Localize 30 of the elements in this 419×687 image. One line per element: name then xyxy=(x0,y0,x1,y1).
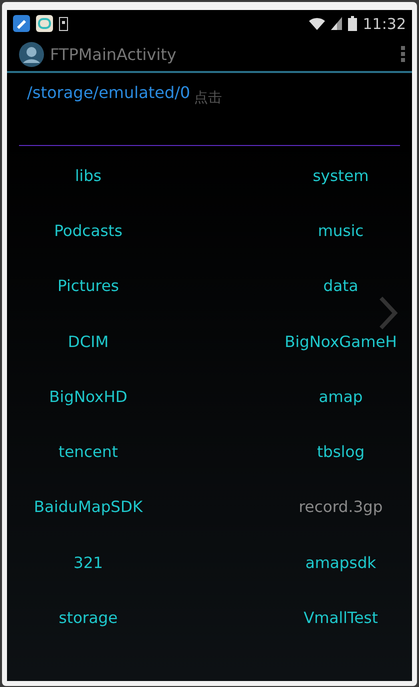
signal-icon xyxy=(330,17,342,30)
app-icon xyxy=(36,15,53,32)
folder-name[interactable]: libs xyxy=(74,166,102,185)
app-icon xyxy=(13,15,30,32)
folder-name[interactable]: amap xyxy=(318,388,363,406)
wifi-icon xyxy=(308,17,325,30)
avatar-icon xyxy=(19,42,44,66)
path-text: /storage/emulated/0 xyxy=(27,83,190,102)
folder-name[interactable]: data xyxy=(323,277,358,296)
folder-name[interactable]: BigNoxGameH xyxy=(284,332,397,351)
folder-name[interactable]: DCIM xyxy=(68,332,109,351)
folder-name[interactable]: BigNoxHD xyxy=(49,388,128,406)
folder-name[interactable]: storage xyxy=(58,609,118,628)
folder-name[interactable]: BaiduMapSDK xyxy=(34,498,143,516)
folder-name[interactable]: tbslog xyxy=(316,443,365,462)
document-icon xyxy=(59,16,68,30)
folder-name[interactable]: music xyxy=(318,222,364,240)
overflow-menu-icon[interactable] xyxy=(400,45,406,63)
clock-time: 11:32 xyxy=(362,14,406,32)
folder-name[interactable]: VmallTest xyxy=(304,609,378,628)
folder-name[interactable]: 321 xyxy=(73,554,104,572)
battery-icon xyxy=(348,16,357,31)
folder-name[interactable]: Podcasts xyxy=(54,222,122,240)
folder-name[interactable]: Pictures xyxy=(58,277,119,296)
activity-title: FTPMainActivity xyxy=(50,44,176,64)
folder-name[interactable]: tencent xyxy=(58,443,118,462)
hint-text: 点击 xyxy=(194,89,222,107)
folder-name[interactable]: system xyxy=(312,166,369,185)
file-name[interactable]: record.3gp xyxy=(298,498,383,516)
folder-name[interactable]: amapsdk xyxy=(305,554,376,572)
